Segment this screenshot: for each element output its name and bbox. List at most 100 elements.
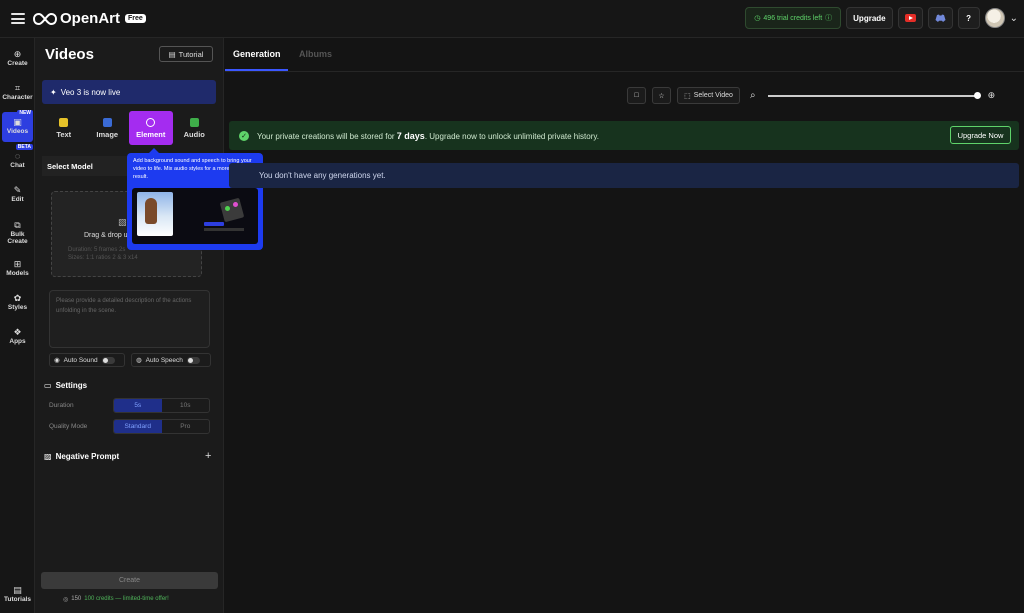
help-button[interactable]: ? (957, 7, 980, 29)
settings-section: ▭ Settings (44, 381, 87, 390)
prompt-input[interactable]: Please provide a detailed description of… (49, 290, 210, 348)
rail-item-bulk-create[interactable]: ⧉ Bulk Create (2, 216, 33, 250)
tutorial-label: Tutorial (178, 49, 204, 59)
credits-text: 496 trial credits left (763, 14, 823, 22)
banner-days: 7 days (396, 130, 425, 141)
models-icon: ⊞ (13, 259, 22, 270)
favorites-button[interactable]: ☆ (652, 87, 671, 104)
logo[interactable]: OpenArt Free (33, 10, 146, 27)
auto-sound-toggle[interactable]: ◉ Auto Sound (49, 353, 125, 367)
rail-item-tutorials[interactable]: ▤ Tutorials (2, 580, 33, 610)
quality-option[interactable]: Standard (114, 420, 162, 433)
credits-cost-line: ◎ 150 100 credits — limited-time offer! (63, 596, 169, 603)
new-badge: NEW (17, 110, 33, 116)
banner-text: Veo 3 is now live (60, 87, 121, 97)
discord-icon (935, 14, 946, 22)
tab-text[interactable]: Text (42, 111, 86, 145)
bulk-create-icon: ⧉ (14, 219, 21, 230)
info-icon: ⓘ (825, 15, 833, 22)
rail-item-styles[interactable]: ✿ Styles (2, 288, 33, 318)
check-icon: ✓ (239, 130, 249, 141)
active-tab-indicator (225, 69, 288, 71)
select-video-button[interactable]: ⬚ Select Video (677, 87, 740, 104)
tutorials-icon: ▤ (13, 585, 22, 596)
duration-option[interactable]: 10s (162, 399, 210, 412)
tab-audio[interactable]: Audio (173, 111, 217, 145)
rail-item-videos[interactable]: NEW ▣ Videos (2, 110, 33, 142)
menu-icon[interactable] (11, 13, 25, 24)
image-upload-icon: ▨ (118, 217, 127, 227)
rail-label: Create (7, 60, 28, 68)
rail-item-edit[interactable]: ✎ Edit (2, 180, 33, 210)
upgrade-button[interactable]: Upgrade (846, 7, 893, 29)
youtube-icon (904, 14, 916, 22)
rail-item-apps[interactable]: ❖ Apps (2, 322, 33, 352)
select-icon: ⬚ (684, 92, 691, 100)
quality-selector: Standard Pro (113, 419, 210, 434)
rail-item-character[interactable]: ⌗ Character (2, 78, 33, 108)
rail-label: Videos (6, 128, 29, 136)
tab-label: Text (56, 129, 72, 139)
text-mode-icon (59, 117, 69, 127)
clock-icon: ◷ (754, 15, 761, 22)
tab-generation[interactable]: Generation (233, 49, 281, 59)
star-icon: ☆ (658, 92, 665, 100)
tooltip-preview-image (132, 188, 258, 244)
zoom-slider-handle[interactable] (973, 91, 981, 99)
select-model-dropdown[interactable]: Select Model (42, 156, 132, 176)
tab-image[interactable]: Image (86, 111, 130, 145)
upgrade-now-button[interactable]: Upgrade Now (950, 126, 1011, 144)
tutorial-button[interactable]: ▤ Tutorial (159, 46, 213, 62)
zoom-in-icon[interactable]: ⊕ (988, 90, 996, 101)
create-icon: ⊕ (13, 49, 22, 60)
zoom-slider[interactable] (767, 91, 981, 99)
switch[interactable] (101, 356, 115, 364)
help-icon: ? (966, 13, 972, 23)
discord-button[interactable] (927, 7, 953, 29)
banner-suffix: . Upgrade now to unlock unlimited privat… (424, 131, 599, 141)
chevron-down-icon[interactable]: ⌄ (1010, 13, 1018, 24)
quality-option[interactable]: Pro (162, 420, 210, 433)
rail-item-chat[interactable]: BETA ◌ Chat (2, 144, 33, 176)
rail-label: Edit (11, 196, 24, 204)
openart-logo-icon (33, 12, 57, 25)
party-icon: ✦ (50, 87, 57, 97)
tab-albums[interactable]: Albums (299, 49, 332, 59)
rail-label: Apps (9, 338, 26, 346)
coin-icon: ◎ (63, 597, 69, 603)
beta-badge: BETA (15, 144, 33, 150)
youtube-button[interactable] (897, 7, 923, 29)
square-icon: □ (634, 92, 639, 99)
element-mode-icon (146, 117, 156, 127)
image-icon: ▨ (44, 452, 52, 461)
icon-rail: ⊕ Create ⌗ Character NEW ▣ Videos BETA ◌… (0, 38, 35, 613)
avatar[interactable] (984, 8, 1005, 28)
chat-icon: ◌ (14, 151, 21, 162)
private-banner-text: Your private creations will be stored fo… (257, 131, 599, 141)
plus-icon[interactable]: + (205, 450, 211, 462)
book-icon: ▤ (168, 49, 176, 59)
rail-item-models[interactable]: ⊞ Models (2, 254, 33, 284)
rail-label: Tutorials (4, 596, 31, 604)
create-button[interactable]: Create (41, 572, 218, 589)
page-title: Videos (45, 46, 94, 63)
announcement-banner[interactable]: ✦ Veo 3 is now live (42, 80, 216, 104)
select-all-button[interactable]: □ (627, 87, 646, 104)
green-dot (225, 206, 230, 211)
negative-prompt-section[interactable]: ▨ Negative Prompt (44, 452, 119, 461)
rail-item-create[interactable]: ⊕ Create (2, 44, 33, 74)
top-bar: OpenArt Free ◷ 496 trial credits left ⓘ … (0, 0, 1024, 38)
select-video-label: Select Video (693, 92, 733, 99)
tab-element[interactable]: Element (129, 111, 173, 145)
duration-option[interactable]: 5s (114, 399, 162, 412)
logo-text: OpenArt (60, 10, 120, 27)
banner-prefix: Your private creations will be stored fo… (257, 131, 395, 141)
apps-icon: ❖ (13, 327, 22, 338)
auto-speech-toggle[interactable]: ◍ Auto Speech (131, 353, 211, 367)
speech-icon: ◍ (136, 357, 142, 364)
trial-credits-pill[interactable]: ◷ 496 trial credits left ⓘ (745, 7, 842, 29)
edit-icon: ✎ (13, 185, 22, 196)
switch[interactable] (186, 356, 200, 364)
duration-selector: 5s 10s (113, 398, 210, 413)
preview-chip (204, 222, 224, 226)
